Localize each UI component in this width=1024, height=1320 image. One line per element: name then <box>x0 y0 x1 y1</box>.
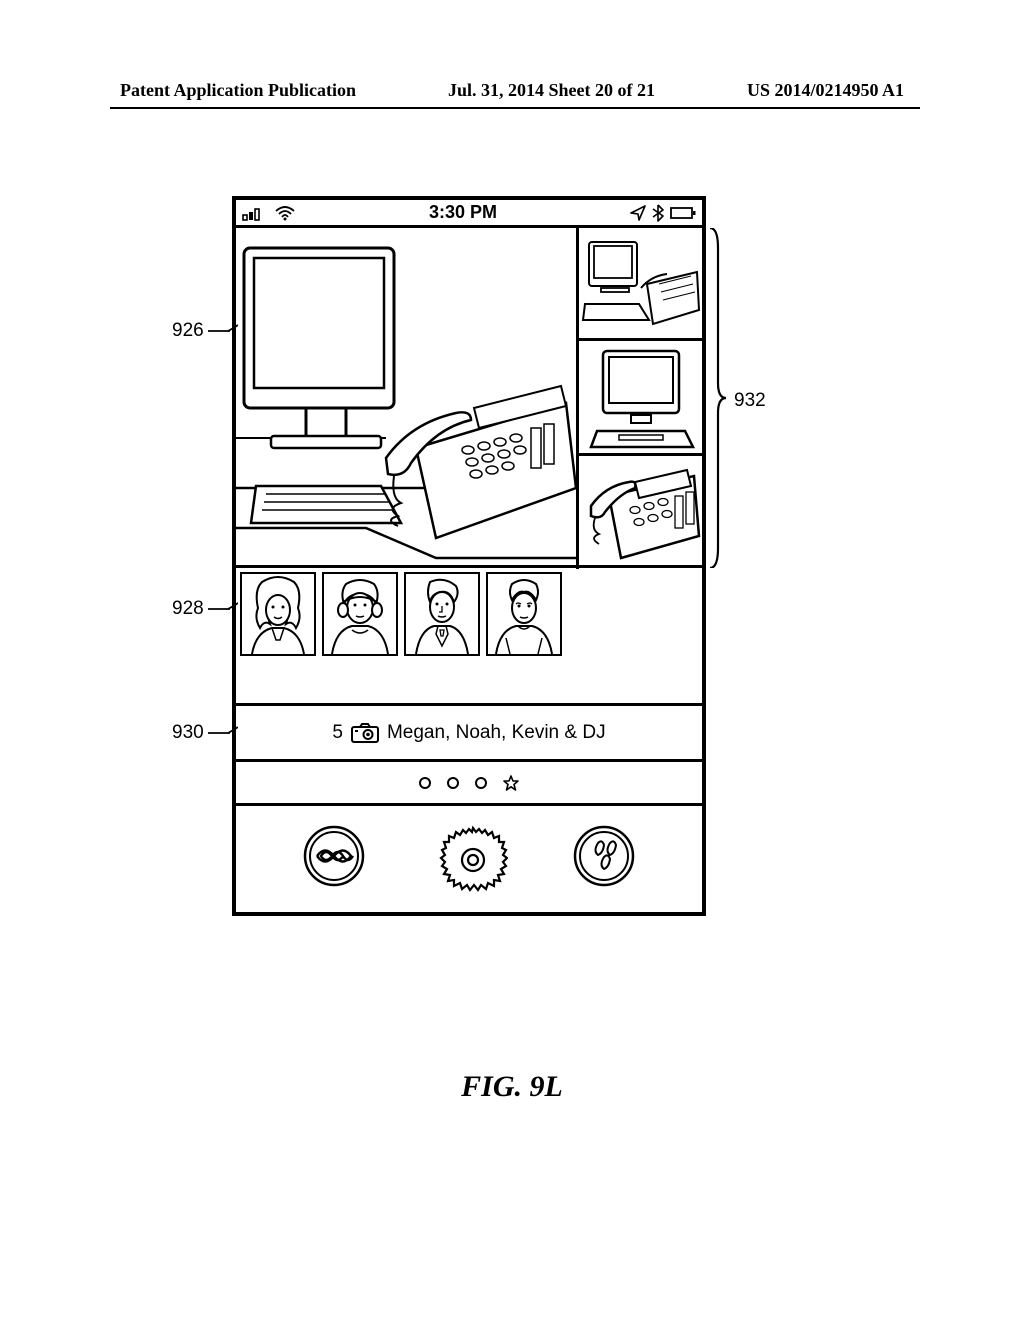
person-3[interactable] <box>404 572 480 656</box>
pager-row <box>236 762 702 806</box>
header-right: US 2014/0214950 A1 <box>747 80 904 101</box>
camera-icon <box>351 723 379 743</box>
status-right <box>630 204 696 222</box>
status-bar: 3:30 PM <box>236 200 702 228</box>
header-left: Patent Application Publication <box>120 80 356 101</box>
photo-count: 5 <box>332 722 343 744</box>
pager-dot-3[interactable] <box>475 777 487 789</box>
callout-932: 932 <box>730 390 766 412</box>
photo-area <box>236 228 702 568</box>
shutter-button[interactable] <box>438 825 500 887</box>
callout-926: 926 <box>172 320 238 342</box>
thumbnail-2[interactable] <box>576 341 702 456</box>
controls-row <box>236 806 702 906</box>
status-time: 3:30 PM <box>296 202 630 223</box>
caption-text: Megan, Noah, Kevin & DJ <box>387 722 606 744</box>
person-1[interactable] <box>240 572 316 656</box>
filters-button[interactable] <box>573 825 635 887</box>
pager-dot-1[interactable] <box>419 777 431 789</box>
battery-icon <box>670 206 696 220</box>
pager-dot-2[interactable] <box>447 777 459 789</box>
caption-row: 5 Megan, Noah, Kevin & DJ <box>236 706 702 762</box>
people-row <box>236 568 702 706</box>
person-4[interactable] <box>486 572 562 656</box>
settings-infinity-button[interactable] <box>303 825 365 887</box>
wifi-icon <box>274 205 296 221</box>
header-rule <box>110 107 920 109</box>
signal-icon <box>242 205 268 221</box>
bluetooth-icon <box>652 204 664 222</box>
main-photo[interactable] <box>236 228 576 565</box>
device-frame: 3:30 PM <box>232 196 706 916</box>
person-2[interactable] <box>322 572 398 656</box>
thumbnail-1[interactable] <box>576 228 702 341</box>
callout-930: 930 <box>172 722 238 744</box>
callout-928: 928 <box>172 598 238 620</box>
header-center: Jul. 31, 2014 Sheet 20 of 21 <box>448 80 655 101</box>
thumbnail-3[interactable] <box>576 456 702 569</box>
location-icon <box>630 205 646 221</box>
page-header: Patent Application Publication Jul. 31, … <box>0 80 1024 101</box>
brace-932 <box>706 228 726 568</box>
thumbnail-strip <box>576 228 702 565</box>
status-left <box>242 205 296 221</box>
figure-label: FIG. 9L <box>0 1070 1024 1104</box>
pager-star-icon[interactable] <box>503 775 519 791</box>
